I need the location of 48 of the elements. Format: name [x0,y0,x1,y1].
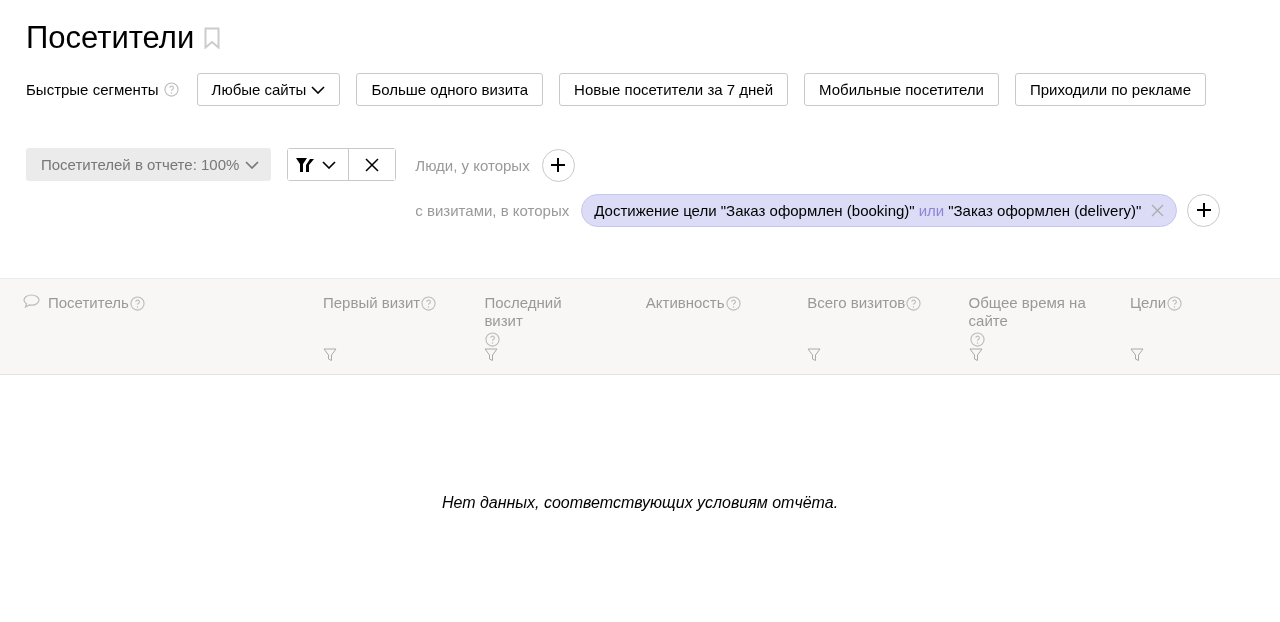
page-title: Посетители [26,20,195,56]
quick-segments-label: Быстрые сегменты [26,81,159,98]
column-header[interactable]: Всего визитов [807,294,906,312]
column-header[interactable]: Общее время на сайте [968,294,1087,330]
funnel-icon [296,156,315,173]
goal-text: Достижение цели "Заказ оформлен (booking)" [594,201,915,219]
condition-label: Люди, у которых [415,156,530,174]
help-icon[interactable] [725,296,741,311]
column-header[interactable]: Первый визит [323,294,421,312]
help-icon[interactable] [421,296,437,311]
segment-button[interactable]: Приходили по рекламе [1014,73,1206,106]
sites-dropdown[interactable]: Любые сайты [196,73,341,106]
close-icon[interactable] [1151,203,1165,217]
segment-button[interactable]: Мобильные посетители [804,73,999,106]
help-icon[interactable] [129,296,145,311]
goal-text: "Заказ оформлен (delivery)" [948,201,1142,219]
condition-label: с визитами, в которых [415,201,570,219]
column-header[interactable]: Активность [645,294,725,312]
filter-icon[interactable] [968,348,983,362]
segment-button[interactable]: Больше одного визита [356,73,544,106]
column-header[interactable]: Цели [1129,294,1167,312]
filter-icon[interactable] [484,348,499,362]
plus-icon [551,158,566,172]
caret-icon [322,160,337,169]
add-condition-button[interactable] [541,148,575,182]
connector-text: или [918,201,945,219]
help-icon[interactable] [969,332,985,347]
help-icon[interactable] [163,82,179,97]
empty-message: Нет данных, соответствующих условиям отчёта. [440,494,840,512]
bookmark-icon[interactable] [204,27,221,49]
help-icon[interactable] [485,332,501,347]
filter-icon[interactable] [323,348,337,362]
column-header[interactable]: Посетитель [48,294,129,312]
segment-chip[interactable]: Достижение цели "Заказ оформлен (booking)" или "Заказ оформлен (delivery)" [581,193,1178,227]
filter-icon[interactable] [1129,348,1144,362]
plus-icon [1196,203,1211,217]
segment-button[interactable]: Новые посетители за 7 дней [559,73,789,106]
help-icon[interactable] [906,296,922,311]
caret-icon [245,160,260,169]
column-header[interactable]: Последний визит [484,294,603,330]
sampling-dropdown[interactable]: Посетителей в отчете: 100% [26,148,272,181]
clear-segment-button[interactable] [348,149,396,180]
filter-icon[interactable] [807,348,822,362]
help-icon[interactable] [1167,296,1183,311]
comment-icon[interactable] [23,294,40,308]
caret-icon [311,85,326,94]
add-condition-button[interactable] [1187,193,1221,227]
close-icon [365,157,380,172]
